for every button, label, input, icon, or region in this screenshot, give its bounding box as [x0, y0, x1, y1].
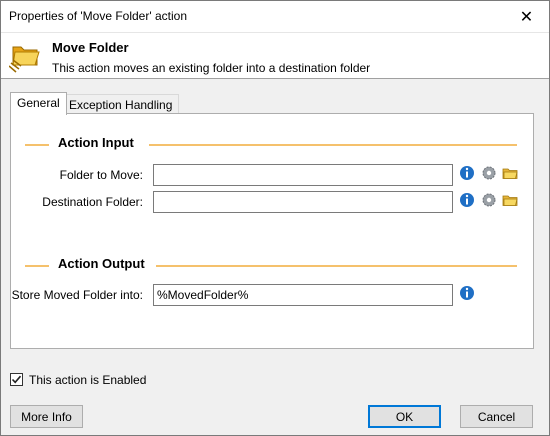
- checkmark-icon: [11, 375, 22, 384]
- info-icon[interactable]: [459, 165, 475, 181]
- store-moved-folder-input[interactable]: [153, 284, 453, 306]
- gear-icon[interactable]: [481, 192, 497, 208]
- destination-folder-input[interactable]: [153, 191, 453, 213]
- enabled-checkbox[interactable]: [10, 373, 23, 386]
- title-bar: Properties of 'Move Folder' action ✕: [1, 1, 549, 32]
- folder-to-move-label: Folder to Move:: [59, 168, 143, 182]
- action-input-section-header: Action Input: [25, 135, 517, 151]
- action-input-label: Action Input: [58, 135, 134, 150]
- cancel-button[interactable]: Cancel: [460, 405, 533, 428]
- store-moved-folder-label: Store Moved Folder into:: [11, 288, 143, 302]
- info-icon[interactable]: [459, 192, 475, 208]
- section-divider: [25, 144, 49, 146]
- action-header: Move Folder This action moves an existin…: [1, 32, 549, 79]
- action-description: This action moves an existing folder int…: [52, 61, 371, 75]
- section-divider: [25, 265, 49, 267]
- tab-exception-handling-label: Exception Handling: [69, 98, 173, 112]
- action-output-label: Action Output: [58, 256, 145, 271]
- tab-exception-handling[interactable]: Exception Handling: [62, 94, 180, 115]
- properties-dialog: Properties of 'Move Folder' action ✕ Mov…: [0, 0, 550, 436]
- destination-folder-label: Destination Folder:: [42, 195, 143, 209]
- info-icon[interactable]: [459, 285, 475, 301]
- close-button[interactable]: ✕: [504, 1, 549, 32]
- close-icon: ✕: [519, 8, 534, 26]
- cancel-button-label: Cancel: [477, 409, 516, 424]
- ok-button-label: OK: [395, 409, 414, 424]
- folder-move-icon: [9, 46, 40, 73]
- more-info-button[interactable]: More Info: [10, 405, 83, 428]
- section-divider: [149, 144, 517, 146]
- folder-icon[interactable]: [502, 165, 518, 181]
- enabled-checkbox-label: This action is Enabled: [29, 373, 147, 387]
- action-output-section-header: Action Output: [25, 256, 517, 272]
- section-divider: [156, 265, 517, 267]
- ok-button[interactable]: OK: [368, 405, 441, 428]
- tab-general[interactable]: General: [10, 92, 67, 115]
- more-info-button-label: More Info: [21, 409, 72, 424]
- folder-to-move-input[interactable]: [153, 164, 453, 186]
- folder-icon[interactable]: [502, 192, 518, 208]
- window-title: Properties of 'Move Folder' action: [9, 9, 187, 23]
- action-title: Move Folder: [52, 40, 129, 55]
- tab-general-label: General: [17, 96, 60, 110]
- gear-icon[interactable]: [481, 165, 497, 181]
